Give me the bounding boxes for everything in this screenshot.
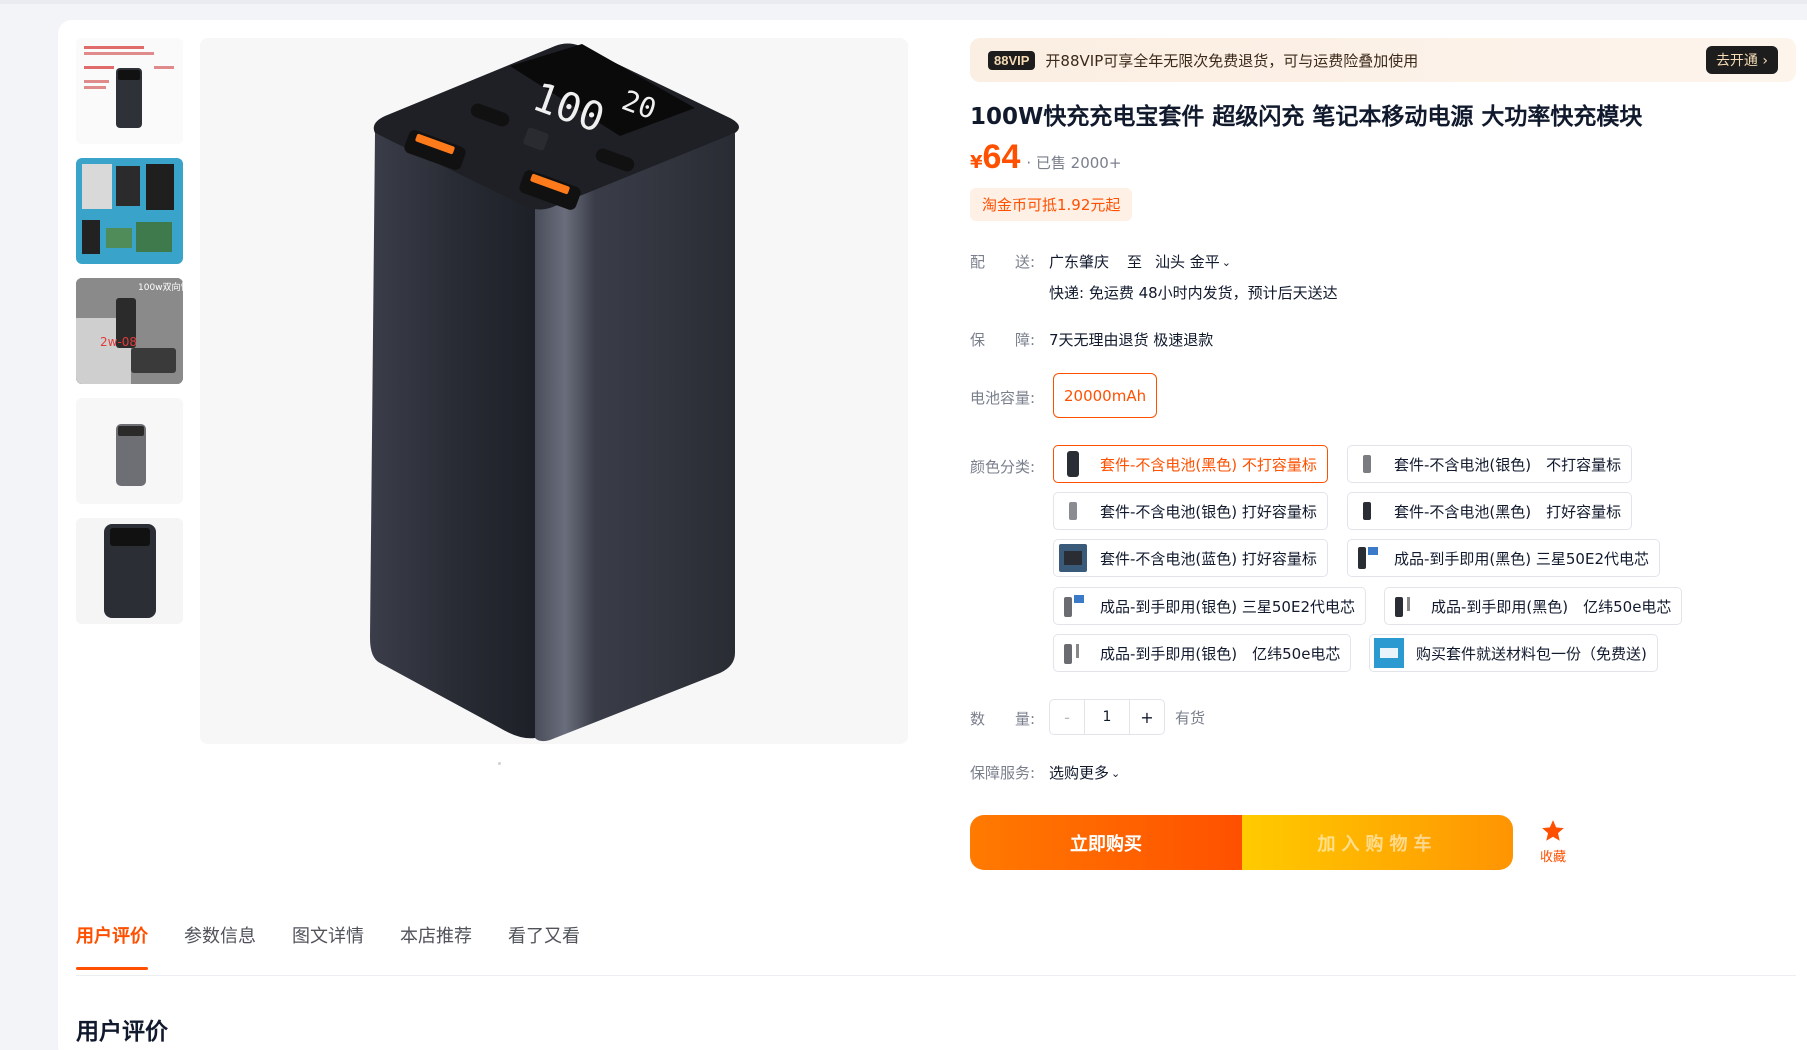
- reviews-section-title: 用户评价: [76, 1019, 168, 1045]
- star-icon: [1542, 820, 1564, 841]
- sku-option-9[interactable]: 成品-到手即用(银色) 亿纬50e电芯: [1053, 634, 1352, 672]
- favorite-button[interactable]: 收藏: [1536, 818, 1570, 865]
- sold-count: · 已售 2000+: [1026, 154, 1122, 172]
- vip-banner: 88VIP 开88VIP可享全年无限次免费退货，可与运费险叠加使用 去开通 ›: [970, 38, 1796, 82]
- buy-now-button[interactable]: 立即购买: [970, 815, 1242, 870]
- sku-label: 成品-到手即用(银色) 亿纬50e电芯: [1100, 644, 1341, 663]
- guarantee-label: 保 障:: [970, 331, 1036, 349]
- image-indicator: [498, 762, 501, 765]
- guarantee-value: 7天无理由退货 极速退款: [1049, 331, 1214, 349]
- tab-also-viewed[interactable]: 看了又看: [508, 922, 580, 970]
- service-label: 保障服务:: [970, 764, 1036, 782]
- sku-option-1[interactable]: 套件-不含电池(黑色) 不打容量标: [1053, 445, 1328, 483]
- capacity-label: 电池容量:: [970, 389, 1036, 407]
- quantity-label: 数 量:: [970, 710, 1036, 728]
- tab-shop-recommend[interactable]: 本店推荐: [400, 922, 472, 970]
- sku-label: 成品-到手即用(黑色) 三星50E2代电芯: [1394, 549, 1649, 568]
- stock-status: 有货: [1175, 709, 1206, 727]
- tab-details[interactable]: 图文详情: [292, 922, 364, 970]
- tabs-divider: [76, 975, 1796, 976]
- thumbnail-5[interactable]: [76, 518, 183, 624]
- vip-text: 开88VIP可享全年无限次免费退货，可与运费险叠加使用: [1045, 51, 1419, 70]
- purchase-buttons: 立即购买 加入购物车: [970, 815, 1513, 870]
- sku-option-10[interactable]: 购买套件就送材料包一份（免费送): [1369, 634, 1658, 672]
- sku-thumb: [1058, 449, 1088, 479]
- thumbnail-2[interactable]: [76, 158, 183, 264]
- main-product-image[interactable]: 100 20: [200, 38, 908, 744]
- delivery-destination[interactable]: 汕头 金平 ⌄: [1155, 251, 1231, 272]
- sku-label: 成品-到手即用(银色) 三星50E2代电芯: [1100, 597, 1355, 616]
- sku-thumb: [1058, 591, 1088, 621]
- sku-label: 套件-不含电池(黑色) 不打容量标: [1100, 455, 1317, 474]
- thumbnail-list: 100w双向快充 2w-08: [76, 38, 183, 638]
- quantity-stepper: - 1 +: [1049, 699, 1165, 735]
- sku-thumb: [1374, 638, 1404, 668]
- top-strip: [0, 0, 1807, 4]
- color-label: 颜色分类:: [970, 458, 1036, 476]
- sku-thumb: [1352, 543, 1382, 573]
- coin-discount-tag[interactable]: 淘金币可抵1.92元起: [970, 188, 1133, 221]
- tab-params[interactable]: 参数信息: [184, 922, 256, 970]
- chevron-down-icon: ⌄: [1221, 256, 1231, 269]
- sku-option-6[interactable]: 成品-到手即用(黑色) 三星50E2代电芯: [1347, 539, 1660, 577]
- delivery-destination-text: 汕头 金平: [1155, 253, 1220, 271]
- quantity-plus-button[interactable]: +: [1130, 700, 1164, 734]
- sku-thumb: [1352, 449, 1382, 479]
- thumbnail-1[interactable]: [76, 38, 183, 144]
- quantity-input[interactable]: 1: [1084, 700, 1130, 734]
- delivery-from: 广东肇庆: [1049, 253, 1110, 271]
- sku-option-4[interactable]: 套件-不含电池(黑色) 打好容量标: [1347, 492, 1633, 530]
- delivery-detail: 快递: 免运费 48小时内发货，预计后天送达: [1049, 284, 1338, 302]
- detail-tabs: 用户评价 参数信息 图文详情 本店推荐 看了又看: [76, 922, 616, 970]
- sku-label: 套件-不含电池(蓝色) 打好容量标: [1100, 549, 1317, 568]
- thumbnail-4[interactable]: [76, 398, 183, 504]
- sku-thumb: [1352, 496, 1382, 526]
- sku-label: 购买套件就送材料包一份（免费送): [1416, 644, 1647, 663]
- service-value: 选购更多: [1049, 764, 1110, 782]
- sku-option-5[interactable]: 套件-不含电池(蓝色) 打好容量标: [1053, 539, 1328, 577]
- sku-label: 成品-到手即用(黑色) 亿纬50e电芯: [1431, 597, 1672, 616]
- tab-reviews[interactable]: 用户评价: [76, 922, 148, 970]
- sku-label: 套件-不含电池(银色) 不打容量标: [1394, 455, 1622, 474]
- price-row: ¥ 64 · 已售 2000+: [970, 138, 1121, 177]
- sku-option-2[interactable]: 套件-不含电池(银色) 不打容量标: [1347, 445, 1633, 483]
- delivery-to-word: 至: [1127, 253, 1143, 271]
- thumbnail-3[interactable]: 100w双向快充 2w-08: [76, 278, 183, 384]
- service-select[interactable]: 选购更多 ⌄: [1049, 762, 1120, 783]
- vip-badge: 88VIP: [988, 50, 1036, 70]
- quantity-minus-button[interactable]: -: [1050, 700, 1084, 734]
- vip-open-button[interactable]: 去开通 ›: [1705, 46, 1778, 74]
- sku-thumb: [1058, 638, 1088, 668]
- add-to-cart-button[interactable]: 加入购物车: [1242, 815, 1513, 870]
- sku-option-8[interactable]: 成品-到手即用(黑色) 亿纬50e电芯: [1384, 587, 1683, 625]
- price-symbol: ¥: [970, 152, 983, 173]
- sku-label: 套件-不含电池(黑色) 打好容量标: [1394, 502, 1622, 521]
- product-title: 100W快充充电宝套件 超级闪充 笔记本移动电源 大功率快充模块: [970, 104, 1643, 130]
- sku-thumb: [1058, 496, 1088, 526]
- delivery-label: 配 送:: [970, 253, 1036, 271]
- sku-thumb: [1389, 591, 1419, 621]
- sku-thumb: [1058, 543, 1088, 573]
- sku-option-7[interactable]: 成品-到手即用(银色) 三星50E2代电芯: [1053, 587, 1366, 625]
- capacity-option[interactable]: 20000mAh: [1053, 373, 1158, 418]
- chevron-down-icon: ⌄: [1111, 767, 1121, 780]
- svg-text:2w-08: 2w-08: [100, 335, 137, 349]
- price-value: 64: [982, 138, 1021, 176]
- sku-label: 套件-不含电池(银色) 打好容量标: [1100, 502, 1317, 521]
- favorite-label: 收藏: [1539, 850, 1566, 865]
- svg-text:100w双向快充: 100w双向快充: [138, 281, 183, 293]
- sku-option-3[interactable]: 套件-不含电池(银色) 打好容量标: [1053, 492, 1328, 530]
